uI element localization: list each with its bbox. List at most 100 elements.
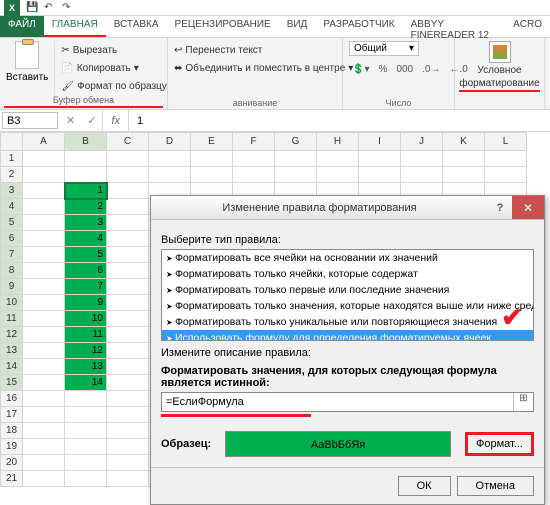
cell-C9[interactable] xyxy=(107,279,149,295)
cell-J2[interactable] xyxy=(401,167,443,183)
cell-C4[interactable] xyxy=(107,199,149,215)
cell-C12[interactable] xyxy=(107,327,149,343)
undo-icon[interactable]: ↶ xyxy=(44,2,56,14)
cell-C7[interactable] xyxy=(107,247,149,263)
cell-L2[interactable] xyxy=(485,167,527,183)
cell-A20[interactable] xyxy=(23,455,65,471)
cell-A19[interactable] xyxy=(23,439,65,455)
tab-abbyy[interactable]: ABBYY FineReader 12 xyxy=(403,16,505,37)
cell-B15[interactable]: 14 xyxy=(65,375,107,391)
cell-K2[interactable] xyxy=(443,167,485,183)
increase-decimal-button[interactable]: .0→ xyxy=(419,64,443,75)
cell-A4[interactable] xyxy=(23,199,65,215)
cut-button[interactable]: ✂ Вырезать xyxy=(61,41,166,59)
cell-A11[interactable] xyxy=(23,311,65,327)
fx-icon[interactable]: fx xyxy=(102,110,129,131)
currency-button[interactable]: 💲▾ xyxy=(349,64,372,75)
comma-button[interactable]: 000 xyxy=(393,64,416,75)
cell-A3[interactable] xyxy=(23,183,65,199)
tab-developer[interactable]: РАЗРАБОТЧИК xyxy=(315,16,402,37)
cell-B20[interactable] xyxy=(65,455,107,471)
rule-type-item[interactable]: Форматировать только уникальные или повт… xyxy=(162,314,533,330)
cell-A13[interactable] xyxy=(23,343,65,359)
cell-C19[interactable] xyxy=(107,439,149,455)
cell-B16[interactable] xyxy=(65,391,107,407)
cell-B1[interactable] xyxy=(65,151,107,167)
cell-A16[interactable] xyxy=(23,391,65,407)
cell-B3[interactable]: 1 xyxy=(65,183,107,199)
cell-K1[interactable] xyxy=(443,151,485,167)
cell-A5[interactable] xyxy=(23,215,65,231)
cell-C8[interactable] xyxy=(107,263,149,279)
cell-B2[interactable] xyxy=(65,167,107,183)
cell-C1[interactable] xyxy=(107,151,149,167)
cell-I1[interactable] xyxy=(359,151,401,167)
cell-D2[interactable] xyxy=(149,167,191,183)
format-painter-button[interactable]: 🖌 Формат по образцу xyxy=(61,77,166,95)
cancel-button[interactable]: Отмена xyxy=(457,476,534,496)
cell-C17[interactable] xyxy=(107,407,149,423)
cell-B21[interactable] xyxy=(65,471,107,487)
cell-B8[interactable]: 6 xyxy=(65,263,107,279)
cell-B5[interactable]: 3 xyxy=(65,215,107,231)
cell-B7[interactable]: 5 xyxy=(65,247,107,263)
cell-C11[interactable] xyxy=(107,311,149,327)
cell-C15[interactable] xyxy=(107,375,149,391)
percent-button[interactable]: % xyxy=(375,64,390,75)
formula-input-field[interactable] xyxy=(162,393,513,411)
cell-L1[interactable] xyxy=(485,151,527,167)
cell-B12[interactable]: 11 xyxy=(65,327,107,343)
cell-D1[interactable] xyxy=(149,151,191,167)
cell-G2[interactable] xyxy=(275,167,317,183)
cell-A17[interactable] xyxy=(23,407,65,423)
name-box[interactable]: B3 xyxy=(2,112,58,129)
cancel-formula-icon[interactable]: ✕ xyxy=(60,114,81,127)
cell-B14[interactable]: 13 xyxy=(65,359,107,375)
ok-button[interactable]: ОК xyxy=(398,476,451,496)
range-picker-icon[interactable]: ⊞ xyxy=(513,393,533,411)
rule-type-item[interactable]: Форматировать только ячейки, которые сод… xyxy=(162,266,533,282)
conditional-formatting-button[interactable]: Условное форматирование xyxy=(461,41,538,92)
cell-C20[interactable] xyxy=(107,455,149,471)
cell-B4[interactable]: 2 xyxy=(65,199,107,215)
cell-H1[interactable] xyxy=(317,151,359,167)
cell-E2[interactable] xyxy=(191,167,233,183)
paste-button[interactable]: Вставить xyxy=(6,72,48,83)
cell-B9[interactable]: 7 xyxy=(65,279,107,295)
rule-type-listbox[interactable]: Форматировать все ячейки на основании их… xyxy=(161,249,534,341)
cell-B18[interactable] xyxy=(65,423,107,439)
cell-A10[interactable] xyxy=(23,295,65,311)
cell-A21[interactable] xyxy=(23,471,65,487)
cell-B10[interactable]: 9 xyxy=(65,295,107,311)
cell-A9[interactable] xyxy=(23,279,65,295)
cell-F2[interactable] xyxy=(233,167,275,183)
tab-file[interactable]: ФАЙЛ xyxy=(0,16,44,37)
cell-A1[interactable] xyxy=(23,151,65,167)
tab-insert[interactable]: ВСТАВКА xyxy=(106,16,167,37)
copy-button[interactable]: 📄 Копировать ▾ xyxy=(61,59,166,77)
paste-icon[interactable] xyxy=(15,41,39,69)
cell-B19[interactable] xyxy=(65,439,107,455)
tab-review[interactable]: РЕЦЕНЗИРОВАНИЕ xyxy=(167,16,279,37)
cell-J1[interactable] xyxy=(401,151,443,167)
rule-type-item[interactable]: Форматировать все ячейки на основании их… xyxy=(162,250,533,266)
cell-C5[interactable] xyxy=(107,215,149,231)
tab-view[interactable]: ВИД xyxy=(279,16,316,37)
cell-H2[interactable] xyxy=(317,167,359,183)
rule-type-item-selected[interactable]: Использовать формулу для определения фор… xyxy=(162,330,533,341)
cell-C18[interactable] xyxy=(107,423,149,439)
cell-C3[interactable] xyxy=(107,183,149,199)
format-button[interactable]: Формат... xyxy=(465,432,534,456)
cell-A2[interactable] xyxy=(23,167,65,183)
cell-C16[interactable] xyxy=(107,391,149,407)
save-icon[interactable]: 💾 xyxy=(26,2,38,14)
cell-B13[interactable]: 12 xyxy=(65,343,107,359)
cell-C13[interactable] xyxy=(107,343,149,359)
redo-icon[interactable]: ↷ xyxy=(62,2,74,14)
formula-input[interactable]: 1 xyxy=(129,115,143,127)
help-icon[interactable]: ? xyxy=(488,202,512,214)
wrap-text-button[interactable]: ↩ Перенести текст xyxy=(174,41,336,59)
cell-A14[interactable] xyxy=(23,359,65,375)
cell-C2[interactable] xyxy=(107,167,149,183)
cell-A7[interactable] xyxy=(23,247,65,263)
